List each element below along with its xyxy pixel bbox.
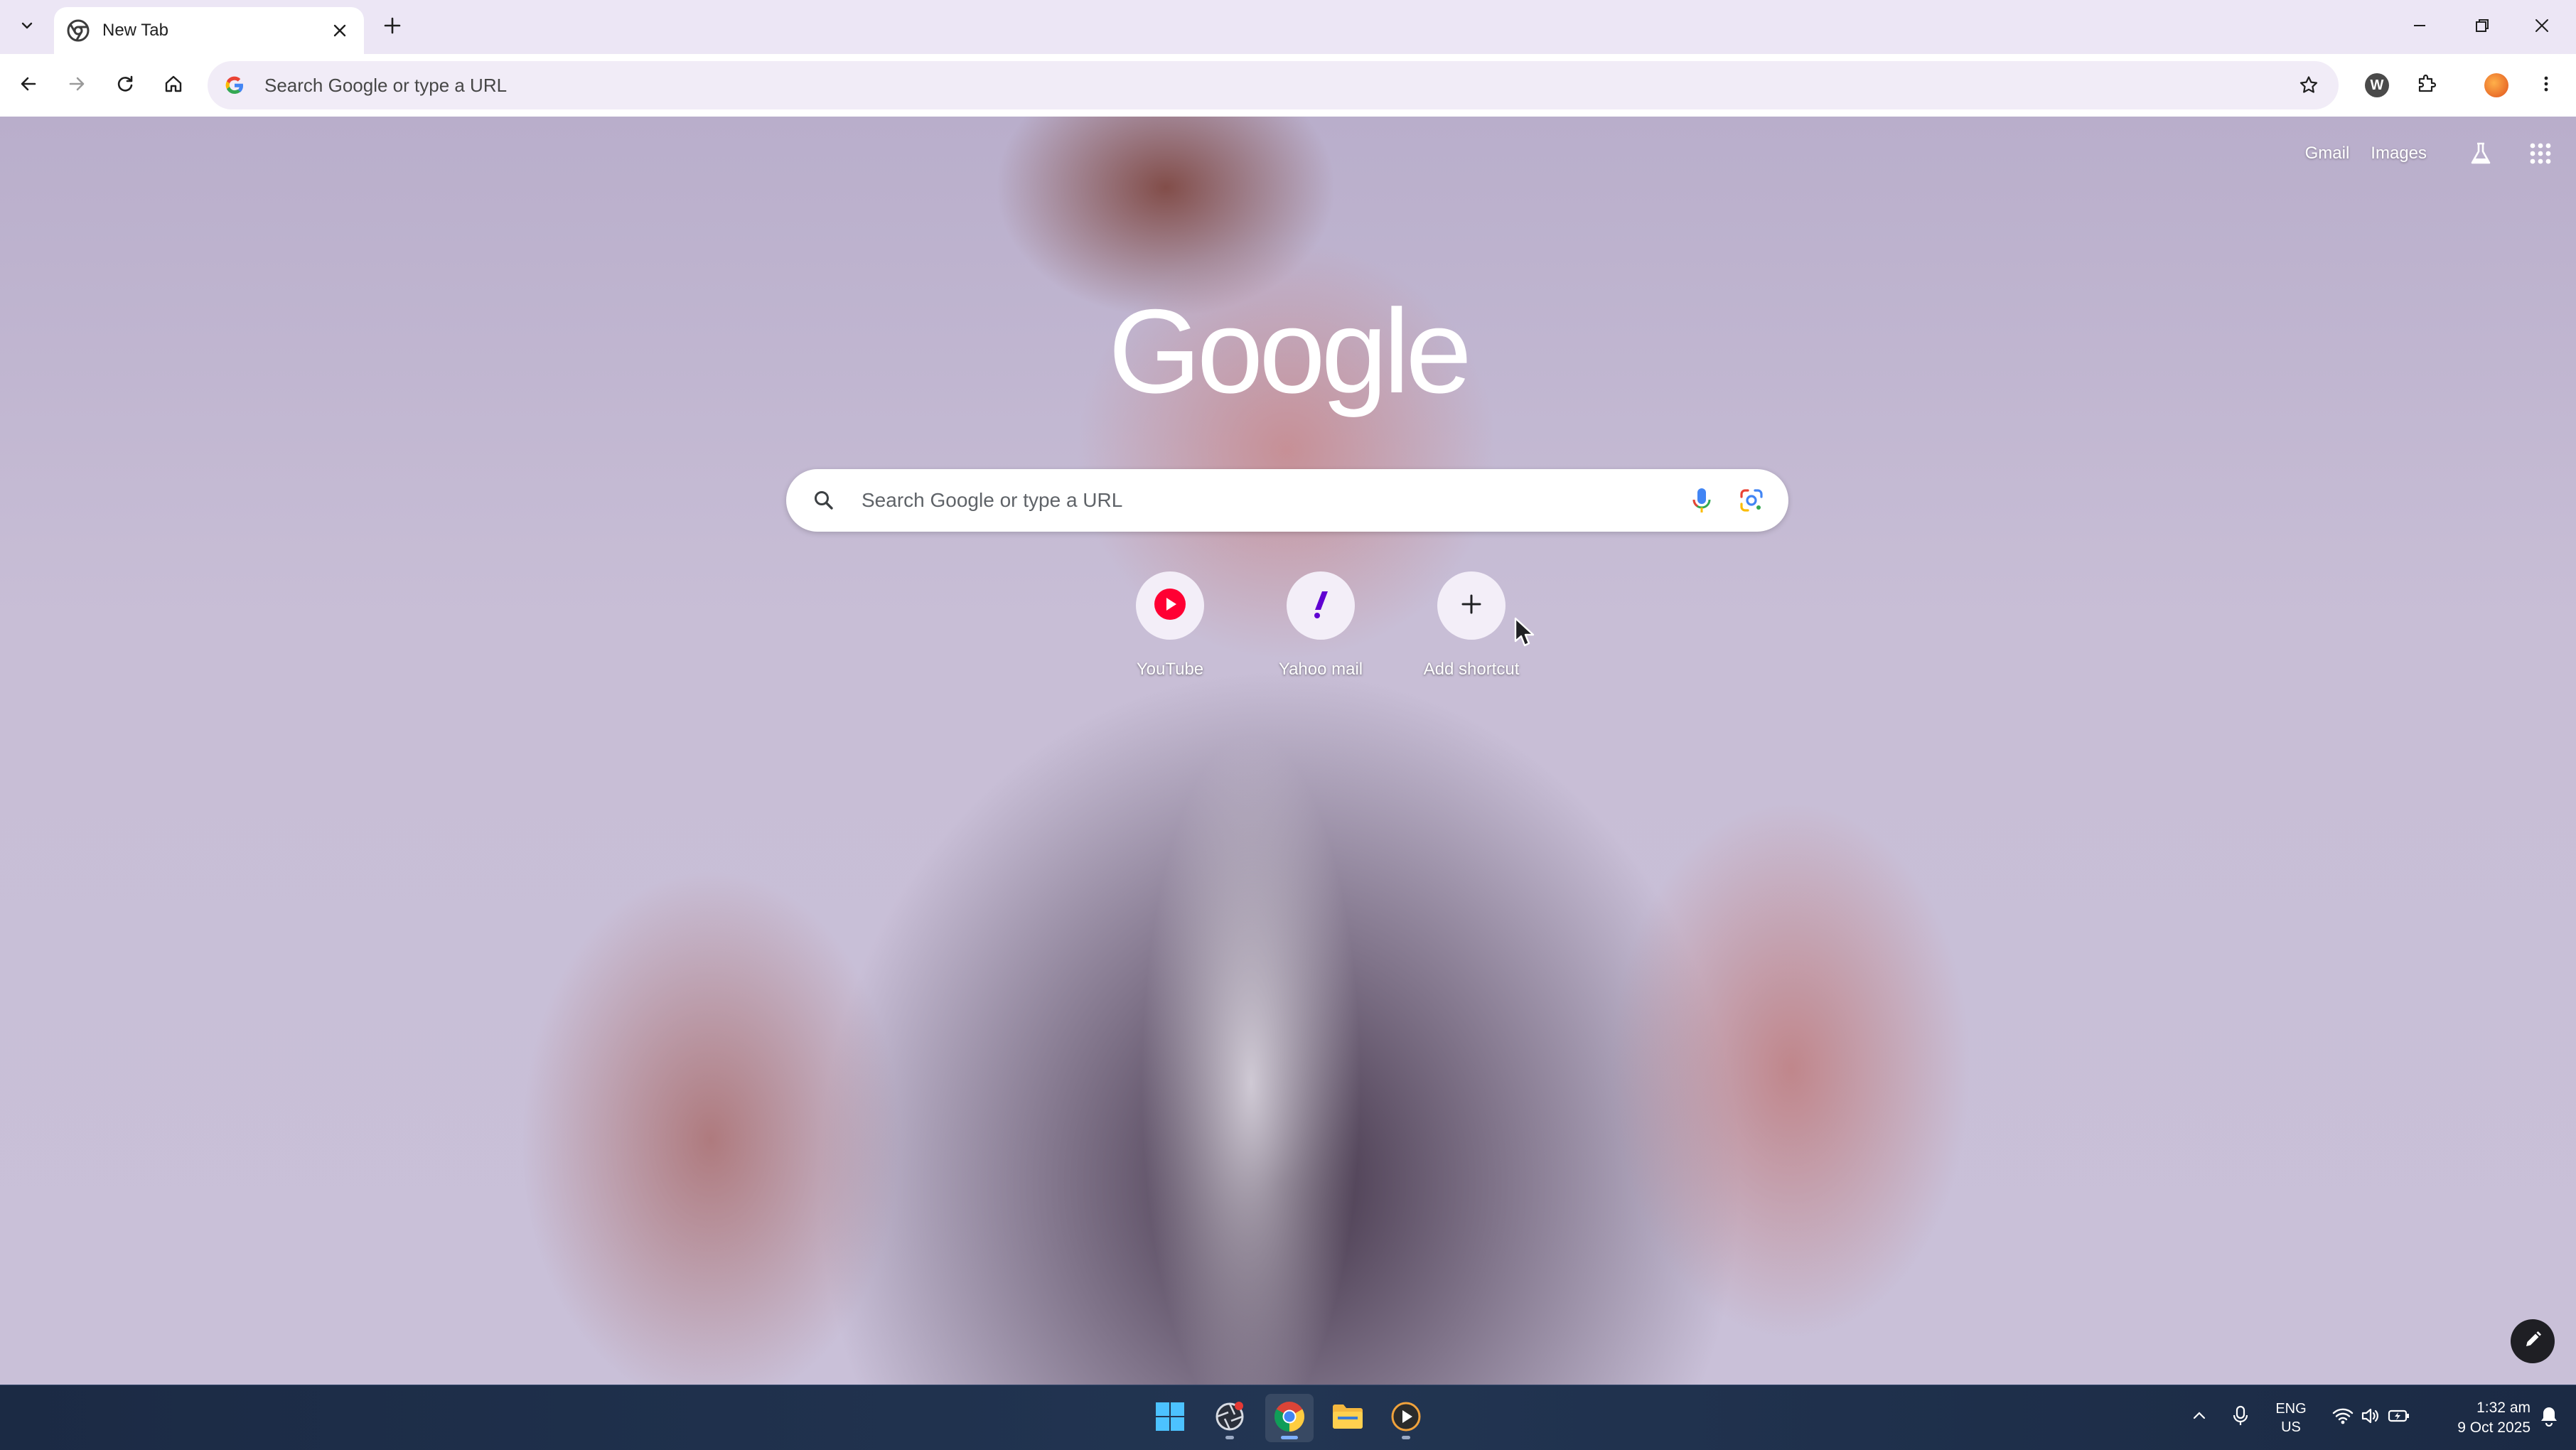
new-tab-button[interactable] [375, 10, 409, 44]
tab-search-button[interactable] [10, 10, 44, 44]
running-indicator [1402, 1436, 1410, 1439]
labs-flask-icon[interactable] [2461, 134, 2501, 173]
tab-strip: New Tab [0, 0, 2576, 54]
taskbar-app-screen-recorder[interactable] [1206, 1394, 1254, 1442]
youtube-icon [1153, 587, 1187, 625]
back-button[interactable] [9, 65, 48, 105]
images-link[interactable]: Images [2371, 144, 2427, 163]
active-indicator [1281, 1436, 1298, 1439]
extension-w-button[interactable]: W [2357, 65, 2397, 105]
shortcut-youtube[interactable]: YouTube [1095, 571, 1245, 685]
more-vert-icon [2535, 73, 2557, 98]
microphone-icon [2231, 1405, 2250, 1431]
google-apps-icon[interactable] [2521, 134, 2560, 173]
clock-date: 9 Oct 2025 [2457, 1419, 2531, 1436]
arrow-right-icon [66, 73, 87, 98]
shortcut-label: Add shortcut [1423, 660, 1520, 679]
ntp-top-links: Gmail Images [2305, 132, 2576, 175]
reload-icon [114, 73, 136, 98]
minimize-icon [2411, 17, 2428, 38]
google-lens-icon[interactable] [1732, 480, 1771, 520]
taskbar-app-media-player[interactable] [1382, 1394, 1430, 1442]
new-tab-page: Gmail Images Google Search Google or typ… [0, 117, 2576, 1385]
shortcut-label: Yahoo mail [1278, 660, 1363, 679]
ntp-search-input[interactable] [862, 489, 1682, 512]
microphone-in-use[interactable] [2225, 1400, 2256, 1436]
tab-new-tab[interactable]: New Tab [54, 7, 364, 54]
clock-time: 1:32 am [2476, 1400, 2531, 1416]
gmail-link[interactable]: Gmail [2305, 144, 2350, 163]
start-button[interactable] [1146, 1394, 1194, 1442]
lang-region: US [2281, 1419, 2301, 1435]
google-g-icon [223, 74, 246, 97]
battery-charging-icon [2388, 1408, 2410, 1428]
show-hidden-icons-button[interactable] [2185, 1400, 2213, 1436]
home-icon [163, 73, 184, 98]
puzzle-icon [2415, 72, 2438, 99]
avatar [2484, 73, 2508, 97]
shortcut-label: YouTube [1136, 660, 1204, 679]
close-icon [2533, 17, 2550, 38]
input-language-indicator[interactable]: ENG US [2265, 1400, 2317, 1436]
mouse-pointer-icon [1514, 617, 1535, 648]
chevron-up-icon [2191, 1407, 2208, 1429]
yahoo-mail-icon [1304, 587, 1338, 625]
lang-code: ENG [2275, 1401, 2307, 1417]
windows-logo-icon [1154, 1401, 1186, 1436]
close-tab-icon[interactable] [327, 18, 353, 43]
shortcut-icon-tile [1287, 571, 1355, 640]
chevron-down-icon [18, 17, 36, 38]
pencil-icon [2522, 1329, 2543, 1354]
forward-button[interactable] [57, 65, 97, 105]
taskbar-app-chrome[interactable] [1265, 1394, 1314, 1442]
tab-title: New Tab [102, 21, 168, 40]
reload-button[interactable] [105, 65, 145, 105]
running-indicator [1225, 1436, 1234, 1439]
chrome-icon [1272, 1400, 1306, 1437]
profile-avatar[interactable] [2476, 65, 2516, 105]
extensions-button[interactable] [2407, 65, 2447, 105]
volume-icon [2361, 1407, 2381, 1429]
plus-icon [382, 16, 402, 39]
arrow-left-icon [18, 73, 39, 98]
home-button[interactable] [154, 65, 193, 105]
play-circle-icon [1390, 1400, 1422, 1436]
taskbar-app-file-explorer[interactable] [1324, 1394, 1372, 1442]
restore-button[interactable] [2458, 7, 2506, 47]
windows-taskbar: ENG US 1:32 am 9 Oct 2025 [0, 1385, 2576, 1450]
shortcut-icon-tile [1136, 571, 1204, 640]
quick-settings-button[interactable] [2327, 1400, 2415, 1436]
wifi-icon [2332, 1407, 2354, 1429]
ntp-search-box[interactable] [786, 469, 1788, 532]
search-icon [812, 486, 840, 515]
extension-w-icon: W [2365, 73, 2389, 97]
chrome-menu-button[interactable] [2526, 65, 2566, 105]
bell-icon [2539, 1405, 2559, 1431]
customize-chrome-button[interactable] [2511, 1319, 2555, 1363]
folder-icon [1331, 1401, 1365, 1436]
shortcuts-row: YouTube Yahoo mail Add shortcut [1095, 571, 1547, 685]
minimize-button[interactable] [2395, 7, 2444, 47]
close-window-button[interactable] [2518, 7, 2566, 47]
google-logo: Google [1108, 284, 1472, 418]
bookmark-star-icon[interactable] [2295, 71, 2323, 100]
clock[interactable]: 1:32 am 9 Oct 2025 [2424, 1400, 2531, 1436]
voice-search-mic-icon[interactable] [1682, 480, 1722, 520]
shortcut-yahoo-mail[interactable]: Yahoo mail [1245, 571, 1396, 685]
restore-icon [2474, 17, 2491, 38]
aperture-icon [1213, 1400, 1246, 1436]
address-bar[interactable]: Search Google or type a URL [208, 61, 2339, 109]
address-bar-placeholder: Search Google or type a URL [264, 74, 508, 96]
shortcut-icon-tile [1437, 571, 1506, 640]
browser-toolbar: Search Google or type a URL W [0, 54, 2576, 117]
notifications-button[interactable] [2533, 1400, 2565, 1436]
plus-icon [1459, 591, 1484, 621]
chrome-icon [67, 19, 90, 42]
